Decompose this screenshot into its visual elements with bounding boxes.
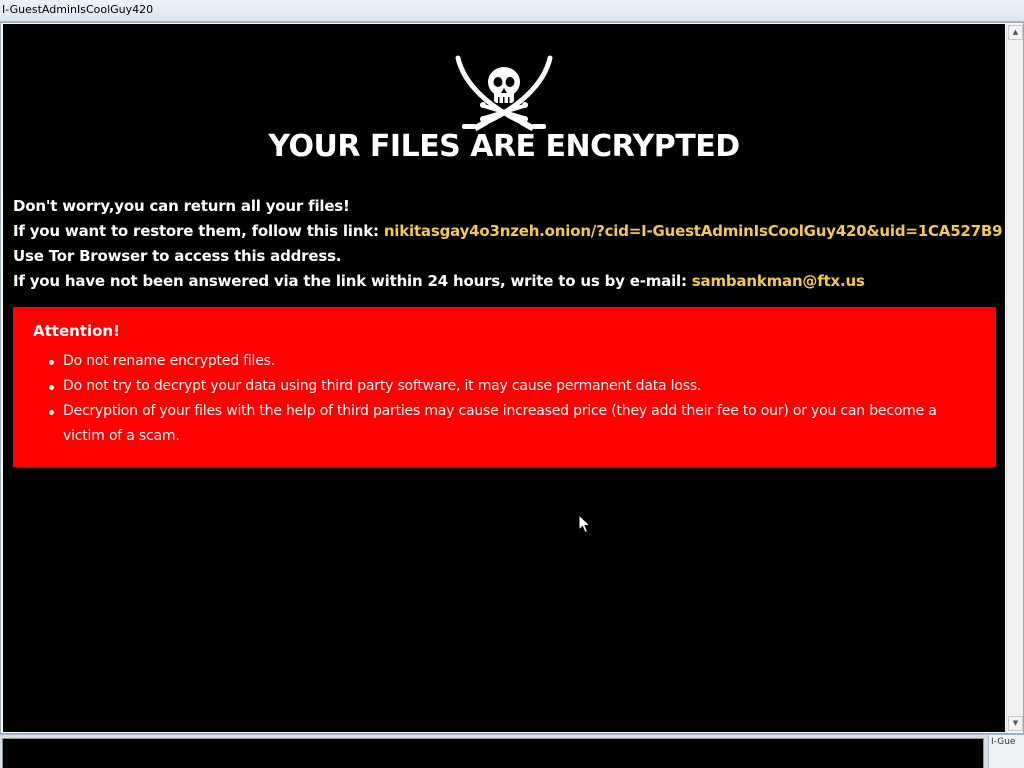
email-instruction: If you have not been answered via the li… (13, 269, 998, 294)
bullet-icon (49, 385, 54, 390)
ransom-note-window: YOUR FILES ARE ENCRYPTED Don't worry,you… (0, 22, 1024, 734)
restore-prefix: If you want to restore them, follow this… (13, 222, 384, 240)
list-item: Decryption of your files with the help o… (33, 399, 976, 449)
list-item: Do not rename encrypted files. (33, 349, 976, 374)
tor-instruction: Use Tor Browser to access this address. (13, 247, 342, 265)
attention-title: Attention! (33, 322, 120, 340)
list-item-text: Do not rename encrypted files. (63, 353, 276, 369)
restore-instruction: If you want to restore them, follow this… (13, 219, 1003, 244)
warning-list: Do not rename encrypted files. Do not tr… (33, 349, 976, 449)
page-title: YOUR FILES ARE ENCRYPTED (268, 129, 740, 164)
mouse-cursor-icon (578, 514, 592, 534)
note-content: YOUR FILES ARE ENCRYPTED Don't worry,you… (3, 24, 1005, 732)
attention-box: Attention! Do not rename encrypted files… (13, 307, 996, 467)
onion-link[interactable]: nikitasgay4o3nzeh.onion/?cid=I-GuestAdmi… (384, 222, 1003, 240)
bullet-icon (49, 360, 54, 365)
bullet-icon (49, 410, 54, 415)
scroll-up-button[interactable]: ▲ (1008, 25, 1023, 40)
contact-email[interactable]: sambankman@ftx.us (692, 272, 865, 290)
list-item: Do not try to decrypt your data using th… (33, 374, 976, 399)
vertical-scrollbar[interactable]: ▲ ▼ (1006, 24, 1023, 732)
list-item-text: Decryption of your files with the help o… (63, 403, 937, 444)
list-item-text: Do not try to decrypt your data using th… (63, 378, 702, 394)
window-title: I-GuestAdminIsCoolGuy420 (0, 0, 1024, 22)
email-prefix: If you have not been answered via the li… (13, 272, 692, 290)
instructions: Don't worry,you can return all your file… (13, 194, 1003, 294)
taskbar: I-Gue (0, 734, 1024, 768)
jolly-roger-icon (455, 55, 553, 132)
reassurance-text: Don't worry,you can return all your file… (13, 197, 350, 215)
scroll-down-button[interactable]: ▼ (1008, 716, 1023, 731)
taskbar-window-button[interactable]: I-Gue (988, 735, 1024, 768)
background-window[interactable] (2, 738, 984, 768)
